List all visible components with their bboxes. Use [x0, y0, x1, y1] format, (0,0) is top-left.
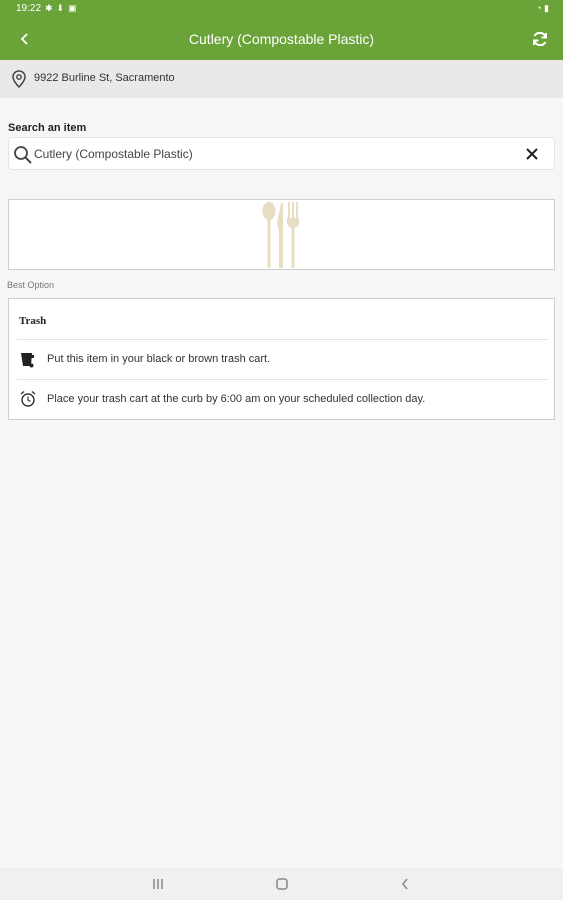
instruction-row: Place your trash cart at the curb by 6:0…: [19, 389, 539, 409]
home-icon[interactable]: [274, 876, 290, 892]
instruction-row: Put this item in your black or brown tra…: [19, 349, 539, 369]
status-time: 19:22: [16, 3, 42, 14]
divider: [17, 339, 548, 340]
disposal-title: Trash: [19, 315, 47, 327]
recents-icon[interactable]: [150, 876, 166, 892]
search-label: Search an item: [8, 122, 87, 134]
instruction-text: Put this item in your black or brown tra…: [47, 353, 271, 365]
status-icons-left: ✱⬇▣: [45, 3, 81, 14]
divider: [17, 379, 548, 380]
wifi-icon: ◔: [536, 3, 542, 13]
cutlery-icon: [262, 202, 299, 268]
search-box: [8, 137, 555, 170]
refresh-icon[interactable]: [529, 28, 551, 50]
download-icon: ⬇: [56, 3, 69, 13]
system-nav-bar: [0, 868, 563, 900]
alarm-clock-icon: [19, 390, 37, 408]
address-bar[interactable]: 9922 Burline St, Sacramento: [0, 60, 563, 98]
search-input[interactable]: [34, 144, 514, 164]
close-icon[interactable]: [524, 146, 540, 162]
status-icons-right: ◔ ▮: [536, 3, 549, 14]
location-pin-icon: [11, 70, 27, 89]
status-bar: 19:22 ✱⬇▣ ◔ ▮: [0, 0, 563, 18]
trash-cart-icon: [19, 350, 37, 368]
item-image-box: [8, 199, 555, 270]
sim-icon: ▣: [68, 3, 81, 13]
back-icon[interactable]: [397, 876, 413, 892]
instruction-text: Place your trash cart at the curb by 6:0…: [47, 393, 426, 405]
best-option-label: Best Option: [7, 280, 55, 290]
app-bar: Cutlery (Compostable Plastic): [0, 18, 563, 60]
address-text: 9922 Burline St, Sacramento: [34, 72, 175, 84]
page-title: Cutlery (Compostable Plastic): [188, 31, 375, 47]
search-icon[interactable]: [13, 145, 33, 165]
battery-icon: ▮: [544, 3, 549, 13]
best-option-card: Trash Put this item in your black or bro…: [8, 298, 555, 420]
settings-icon: ✱: [45, 3, 57, 13]
